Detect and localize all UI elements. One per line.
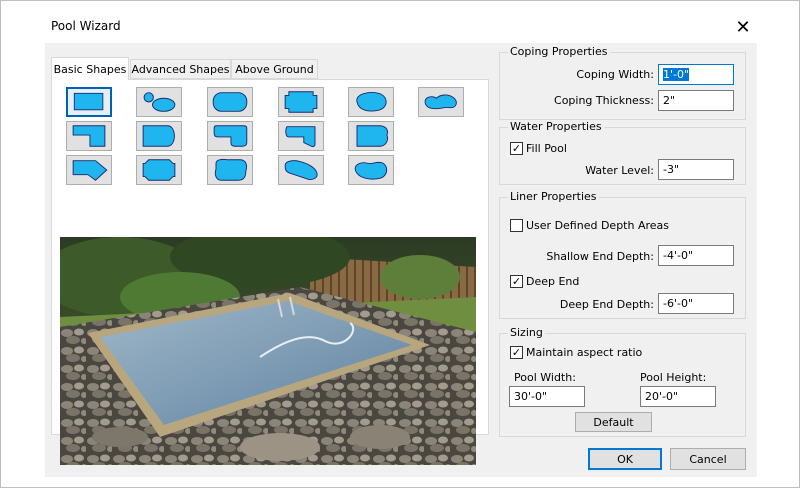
- tab-advanced-shapes[interactable]: Advanced Shapes: [130, 59, 231, 79]
- pool-height-field[interactable]: 20'-0": [640, 386, 716, 407]
- user-defined-depth-checkbox[interactable]: [510, 219, 523, 232]
- title-bar: Pool Wizard ✕: [1, 1, 799, 41]
- pool-width-label: Pool Width:: [514, 371, 576, 384]
- coping-thickness-label: Coping Thickness:: [554, 94, 654, 107]
- pool-preview-image: [60, 237, 476, 465]
- shape-blob-button[interactable]: [418, 87, 464, 117]
- close-icon[interactable]: ✕: [731, 15, 755, 39]
- default-button[interactable]: Default: [575, 412, 652, 432]
- arrow-pool-icon: [72, 160, 108, 181]
- lagoon-pool-icon: [284, 160, 318, 180]
- basic-shapes-panel: [51, 79, 489, 465]
- shape-freeform-rounded-button[interactable]: [207, 155, 253, 185]
- cancel-button[interactable]: Cancel: [670, 448, 746, 470]
- sizing-group: Sizing ✓ Maintain aspect ratio Pool Widt…: [499, 326, 746, 437]
- selected-text: 1'-0": [663, 68, 690, 81]
- shape-rectangle-button[interactable]: [66, 87, 112, 117]
- lazy-l-pool-icon: [285, 126, 316, 148]
- freeform-rounded-pool-icon: [214, 158, 248, 181]
- blob-pool-icon: [424, 94, 457, 110]
- shape-notched-rectangle-button[interactable]: [278, 87, 324, 117]
- pool-3d-render: [60, 237, 476, 465]
- pool-wizard-window: Pool Wizard ✕ Basic Shapes Advanced Shap…: [0, 0, 800, 488]
- ok-button[interactable]: OK: [588, 448, 662, 470]
- deep-end-depth-label: Deep End Depth:: [559, 298, 654, 311]
- shape-arrow-button[interactable]: [66, 155, 112, 185]
- shape-octagon-button[interactable]: [136, 155, 182, 185]
- shape-grecian-button[interactable]: [348, 121, 394, 151]
- shallow-end-depth-field[interactable]: -4'-0": [658, 245, 734, 266]
- kidney-alt-pool-icon: [354, 161, 388, 180]
- water-properties-group: Water Properties ✓ Fill Pool Water Level…: [499, 120, 746, 185]
- deep-end-depth-field[interactable]: -6'-0": [658, 293, 734, 314]
- group-title: Liner Properties: [508, 190, 599, 203]
- water-level-field[interactable]: -3": [658, 159, 734, 180]
- shape-kidney-button[interactable]: [348, 87, 394, 117]
- shape-kidney-alt-button[interactable]: [348, 155, 394, 185]
- shape-lazy-l-button[interactable]: [278, 121, 324, 151]
- tab-label: Basic Shapes: [53, 62, 127, 76]
- window-title: Pool Wizard: [51, 19, 121, 33]
- deep-end-label: Deep End: [526, 275, 580, 288]
- shape-roman-end-button[interactable]: [136, 121, 182, 151]
- fill-pool-checkbox[interactable]: ✓: [510, 142, 523, 155]
- deep-end-checkbox[interactable]: ✓: [510, 275, 523, 288]
- coping-properties-group: Coping Properties Coping Width: 1'-0" Co…: [499, 45, 746, 120]
- tab-label: Advanced Shapes: [131, 62, 230, 76]
- shape-rounded-rectangle-button[interactable]: [207, 87, 253, 117]
- user-defined-depth-label: User Defined Depth Areas: [526, 219, 669, 232]
- fill-pool-label: Fill Pool: [526, 142, 567, 155]
- shape-lagoon-button[interactable]: [278, 155, 324, 185]
- pool-with-spa-icon: [143, 92, 176, 112]
- rounded-rectangle-pool-icon: [212, 92, 248, 112]
- kidney-pool-icon: [356, 92, 387, 112]
- rectangle-pool-icon: [73, 92, 104, 111]
- group-title: Coping Properties: [508, 45, 610, 58]
- coping-width-field[interactable]: 1'-0": [658, 64, 734, 85]
- l-shape-pool-icon: [72, 125, 106, 147]
- maintain-aspect-checkbox[interactable]: ✓: [510, 346, 523, 359]
- maintain-aspect-label: Maintain aspect ratio: [526, 346, 643, 359]
- pool-width-field[interactable]: 30'-0": [509, 386, 585, 407]
- tab-above-ground[interactable]: Above Ground: [231, 59, 318, 79]
- group-title: Sizing: [508, 326, 545, 339]
- l-rounded-pool-icon: [213, 125, 248, 147]
- shape-l-button[interactable]: [66, 121, 112, 151]
- shape-spa-pair-button[interactable]: [136, 87, 182, 117]
- shape-l-rounded-button[interactable]: [207, 121, 253, 151]
- coping-width-label: Coping Width:: [576, 68, 654, 81]
- pool-height-label: Pool Height:: [640, 371, 707, 384]
- notched-rectangle-pool-icon: [284, 91, 318, 113]
- octagon-pool-icon: [142, 159, 176, 181]
- roman-end-pool-icon: [142, 125, 175, 147]
- coping-thickness-field[interactable]: 2": [658, 90, 734, 111]
- liner-properties-group: Liner Properties User Defined Depth Area…: [499, 190, 746, 319]
- water-level-label: Water Level:: [585, 164, 654, 177]
- shallow-end-depth-label: Shallow End Depth:: [546, 250, 654, 263]
- group-title: Water Properties: [508, 120, 604, 133]
- tab-basic-shapes[interactable]: Basic Shapes: [51, 57, 129, 80]
- tab-label: Above Ground: [235, 62, 314, 76]
- grecian-pool-icon: [356, 125, 389, 147]
- dialog-client: Basic Shapes Advanced Shapes Above Groun…: [45, 43, 757, 477]
